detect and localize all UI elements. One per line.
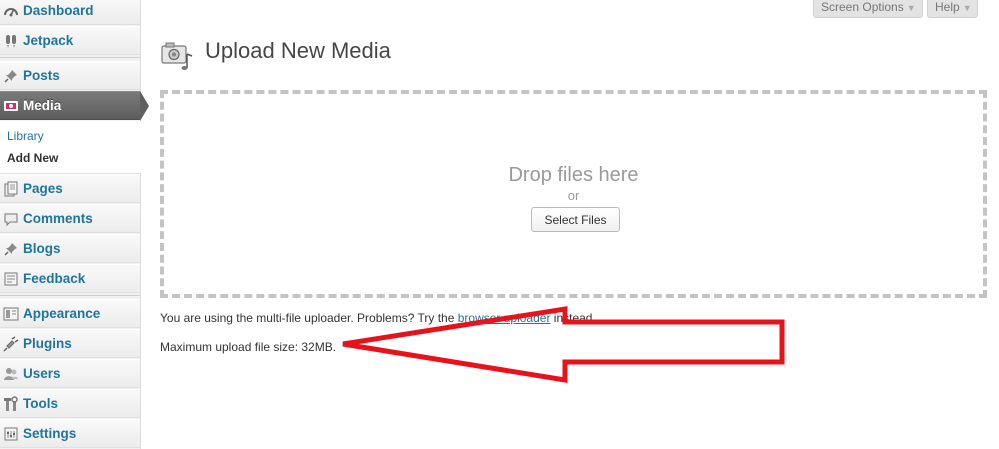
sidebar-item-jetpack[interactable]: Jetpack xyxy=(0,26,140,55)
sidebar-item-comments[interactable]: Comments xyxy=(0,204,140,233)
menu-separator xyxy=(0,295,140,296)
appearance-icon xyxy=(2,305,20,323)
sidebar-item-tools[interactable]: Tools xyxy=(0,389,140,418)
media-icon xyxy=(2,97,20,115)
sidebar-item-settings[interactable]: Settings xyxy=(0,419,140,448)
sidebar-item-label: Feedback xyxy=(23,271,86,286)
sidebar-item-plugins[interactable]: Plugins xyxy=(0,329,140,358)
pushpin-icon xyxy=(2,240,20,258)
screen-options-label: Screen Options xyxy=(821,0,904,14)
media-submenu: Library Add New xyxy=(0,121,141,174)
sidebar-item-label: Pages xyxy=(23,181,63,196)
screen-options-button[interactable]: Screen Options ▼ xyxy=(813,0,923,18)
sidebar-item-feedback[interactable]: Feedback xyxy=(0,264,140,293)
help-label: Help xyxy=(935,0,960,14)
comment-bubble-icon xyxy=(2,210,20,228)
dashboard-icon xyxy=(2,2,20,20)
sidebar-item-media[interactable]: Media xyxy=(0,91,140,120)
uploader-note-text-end: instead. xyxy=(550,311,596,325)
sidebar-item-label: Settings xyxy=(23,426,77,441)
submenu-item-library[interactable]: Library xyxy=(7,129,44,143)
sidebar-item-pages[interactable]: Pages xyxy=(0,174,140,203)
sidebar-item-label: Comments xyxy=(23,211,93,226)
sidebar-item-appearance[interactable]: Appearance xyxy=(0,299,140,328)
max-upload-size-text: Maximum upload file size: 32MB. xyxy=(160,340,337,354)
help-button[interactable]: Help ▼ xyxy=(927,0,978,18)
sidebar-item-label: Blogs xyxy=(23,241,61,256)
chevron-down-icon: ▼ xyxy=(962,3,972,13)
drag-drop-area[interactable]: Drop files here or Select Files xyxy=(160,90,987,298)
sidebar-item-users[interactable]: Users xyxy=(0,359,140,388)
sidebar-item-label: Posts xyxy=(23,68,60,83)
sidebar-item-label: Jetpack xyxy=(23,33,74,48)
sidebar-item-label: Tools xyxy=(23,396,58,411)
select-files-button[interactable]: Select Files xyxy=(531,207,620,232)
menu-separator xyxy=(0,57,140,58)
current-menu-arrow xyxy=(140,91,149,121)
sidebar-item-label: Media xyxy=(23,98,62,113)
users-icon xyxy=(2,365,20,383)
sidebar-item-label: Users xyxy=(23,366,61,381)
uploader-note-text: You are using the multi-file uploader. P… xyxy=(160,311,458,325)
sidebar-item-dashboard[interactable]: Dashboard xyxy=(0,0,140,25)
pages-icon xyxy=(2,180,20,198)
admin-sidebar: Dashboard Jetpack Posts Media Library Ad… xyxy=(0,0,149,449)
submenu-item-add-new[interactable]: Add New xyxy=(7,151,58,165)
uploader-note: You are using the multi-file uploader. P… xyxy=(160,311,596,325)
sidebar-item-label: Appearance xyxy=(23,306,101,321)
plugin-icon xyxy=(2,335,20,353)
sidebar-item-posts[interactable]: Posts xyxy=(0,61,140,90)
page-title: Upload New Media xyxy=(205,38,391,63)
media-upload-icon xyxy=(160,38,194,72)
feedback-icon xyxy=(2,270,20,288)
pushpin-icon xyxy=(2,67,20,85)
sidebar-item-label: Plugins xyxy=(23,336,72,351)
sidebar-item-label: Dashboard xyxy=(23,3,94,18)
tools-icon xyxy=(2,395,20,413)
chevron-down-icon: ▼ xyxy=(906,3,916,13)
browser-uploader-link[interactable]: browser uploader xyxy=(458,311,551,325)
or-text: or xyxy=(567,188,580,203)
drop-files-text: Drop files here xyxy=(508,164,639,186)
sidebar-item-blogs[interactable]: Blogs xyxy=(0,234,140,263)
settings-icon xyxy=(2,425,20,443)
jetpack-icon xyxy=(2,32,20,50)
